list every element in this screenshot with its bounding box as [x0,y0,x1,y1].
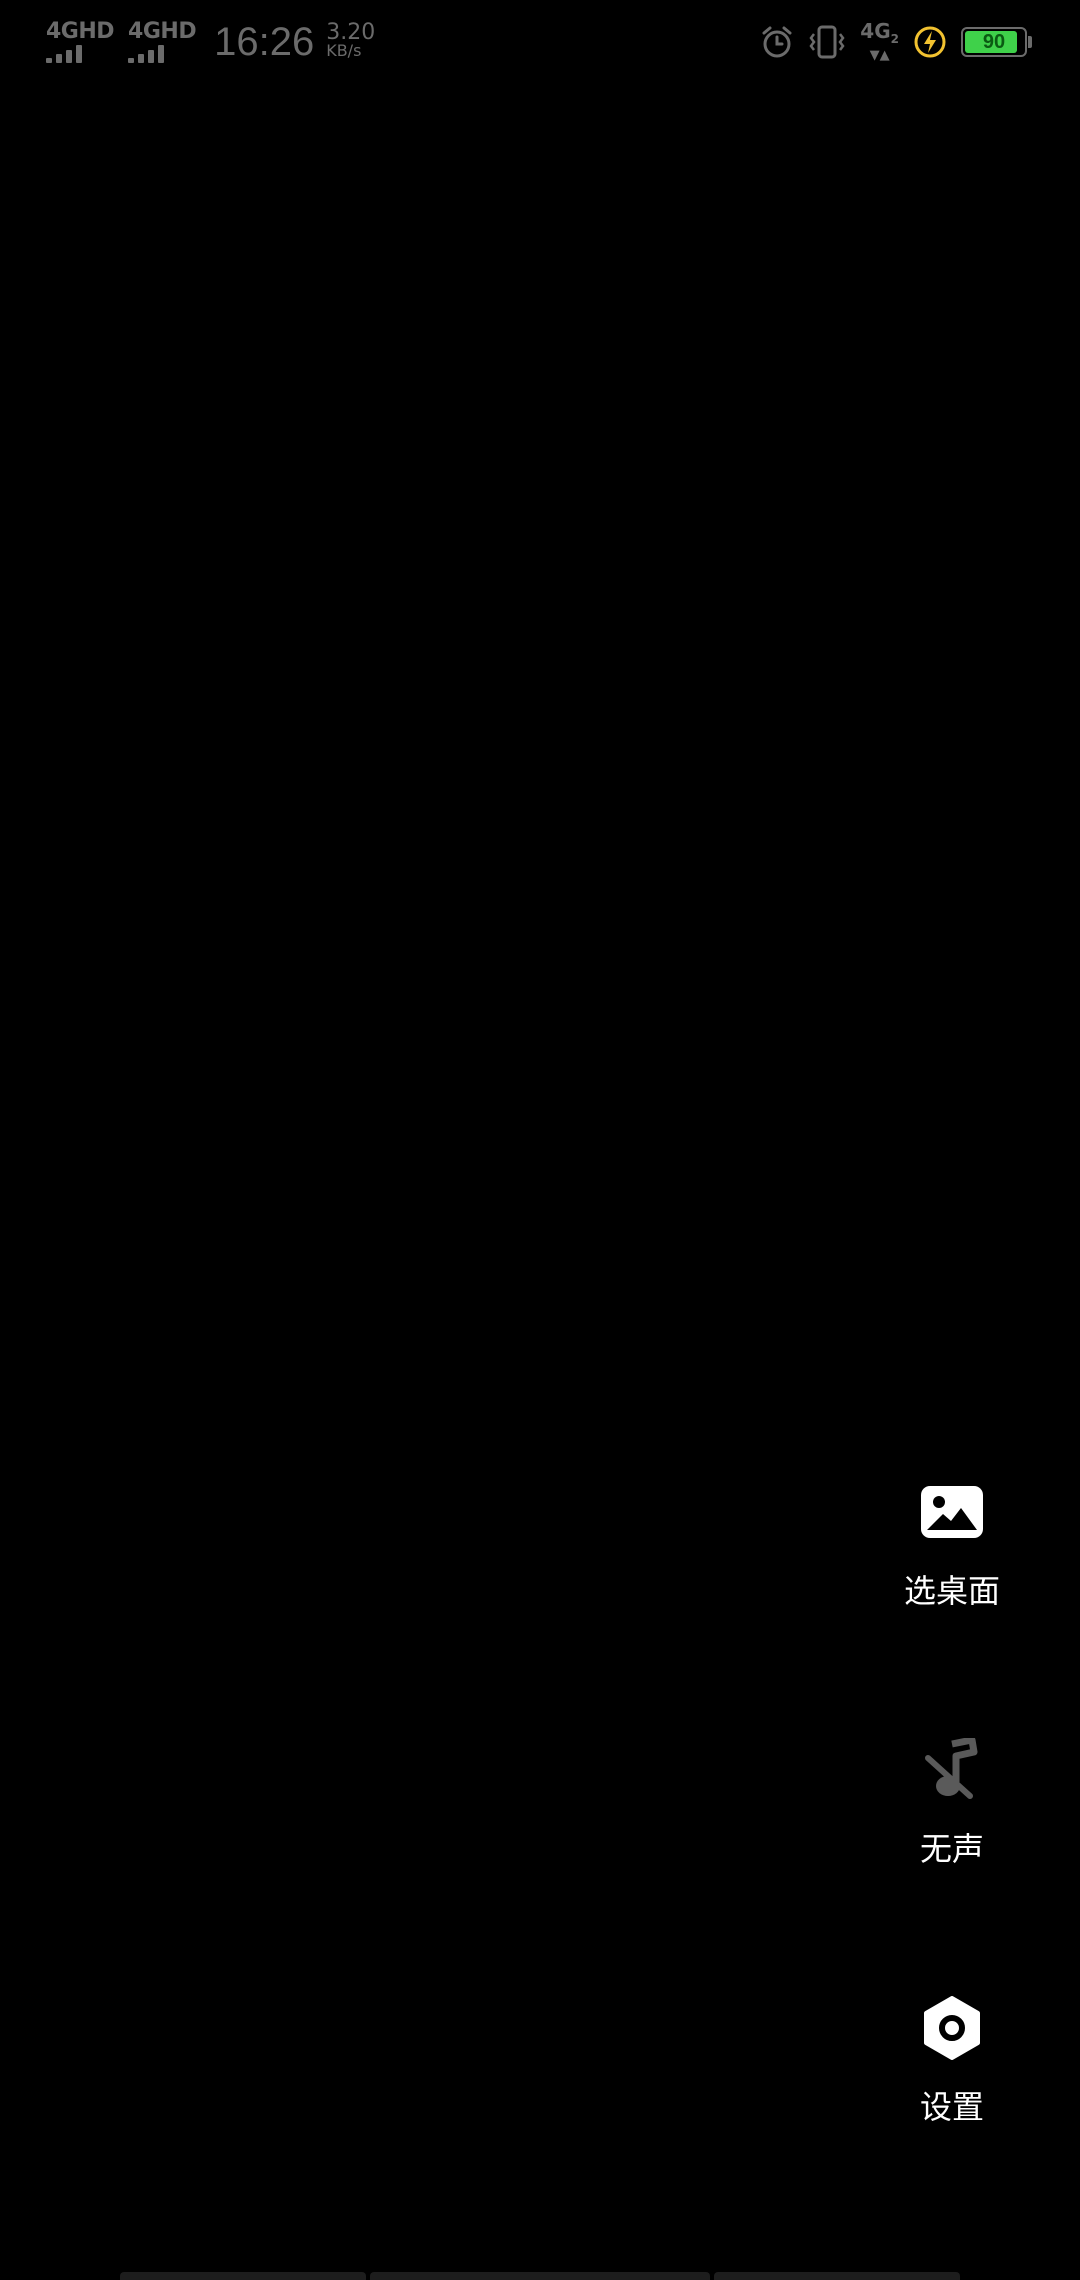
bottom-segment [714,2272,960,2280]
battery-icon: 90 [961,27,1032,57]
battery-body: 90 [961,27,1027,57]
choose-wallpaper-button[interactable]: 选桌面 [862,1472,1042,1612]
status-bar-left: 4GHD 4GHD 16:26 3.20 KB/s [46,18,375,66]
battery-percent: 90 [982,30,1006,53]
network-right-label: 4G [860,19,891,43]
network-speed: 3.20 KB/s [326,20,376,60]
signal-bars-icon [46,45,86,63]
battery-cap [1028,36,1032,48]
network-label-1: 4GHD [46,19,115,44]
signal-bars-icon [128,45,168,63]
image-icon [912,1472,992,1552]
status-time: 16:26 [214,19,315,64]
data-arrows: ▼▲ [869,48,890,63]
choose-wallpaper-label: 选桌面 [903,1572,1000,1610]
network-indicator-2: 4GHD [128,19,197,63]
mute-button[interactable]: 无声 [862,1730,1042,1870]
vibrate-icon [808,24,846,60]
music-off-icon [912,1730,992,1810]
mute-label: 无声 [919,1830,984,1868]
bottom-segment [120,2272,366,2280]
status-bar-right: 4G2 ▼▲ 90 [746,20,1032,64]
settings-hex-icon [912,1988,992,2068]
settings-button[interactable]: 设置 [862,1988,1042,2128]
alarm-icon [760,25,794,59]
bottom-tab-strip [0,2268,1080,2280]
charging-icon [913,25,947,59]
status-bar: 4GHD 4GHD 16:26 3.20 KB/s 4G2 ▼▲ 90 [0,0,1080,84]
settings-label: 设置 [919,2088,984,2126]
network-label-2: 4GHD [128,19,197,44]
network-speed-unit: KB/s [326,41,362,60]
network-right-sub: 2 [890,32,899,46]
bottom-segment [370,2272,710,2280]
network-4g-icon: 4G2 ▼▲ [860,21,899,63]
network-speed-value: 3.20 [326,20,376,45]
network-indicator-1: 4GHD [46,19,115,63]
